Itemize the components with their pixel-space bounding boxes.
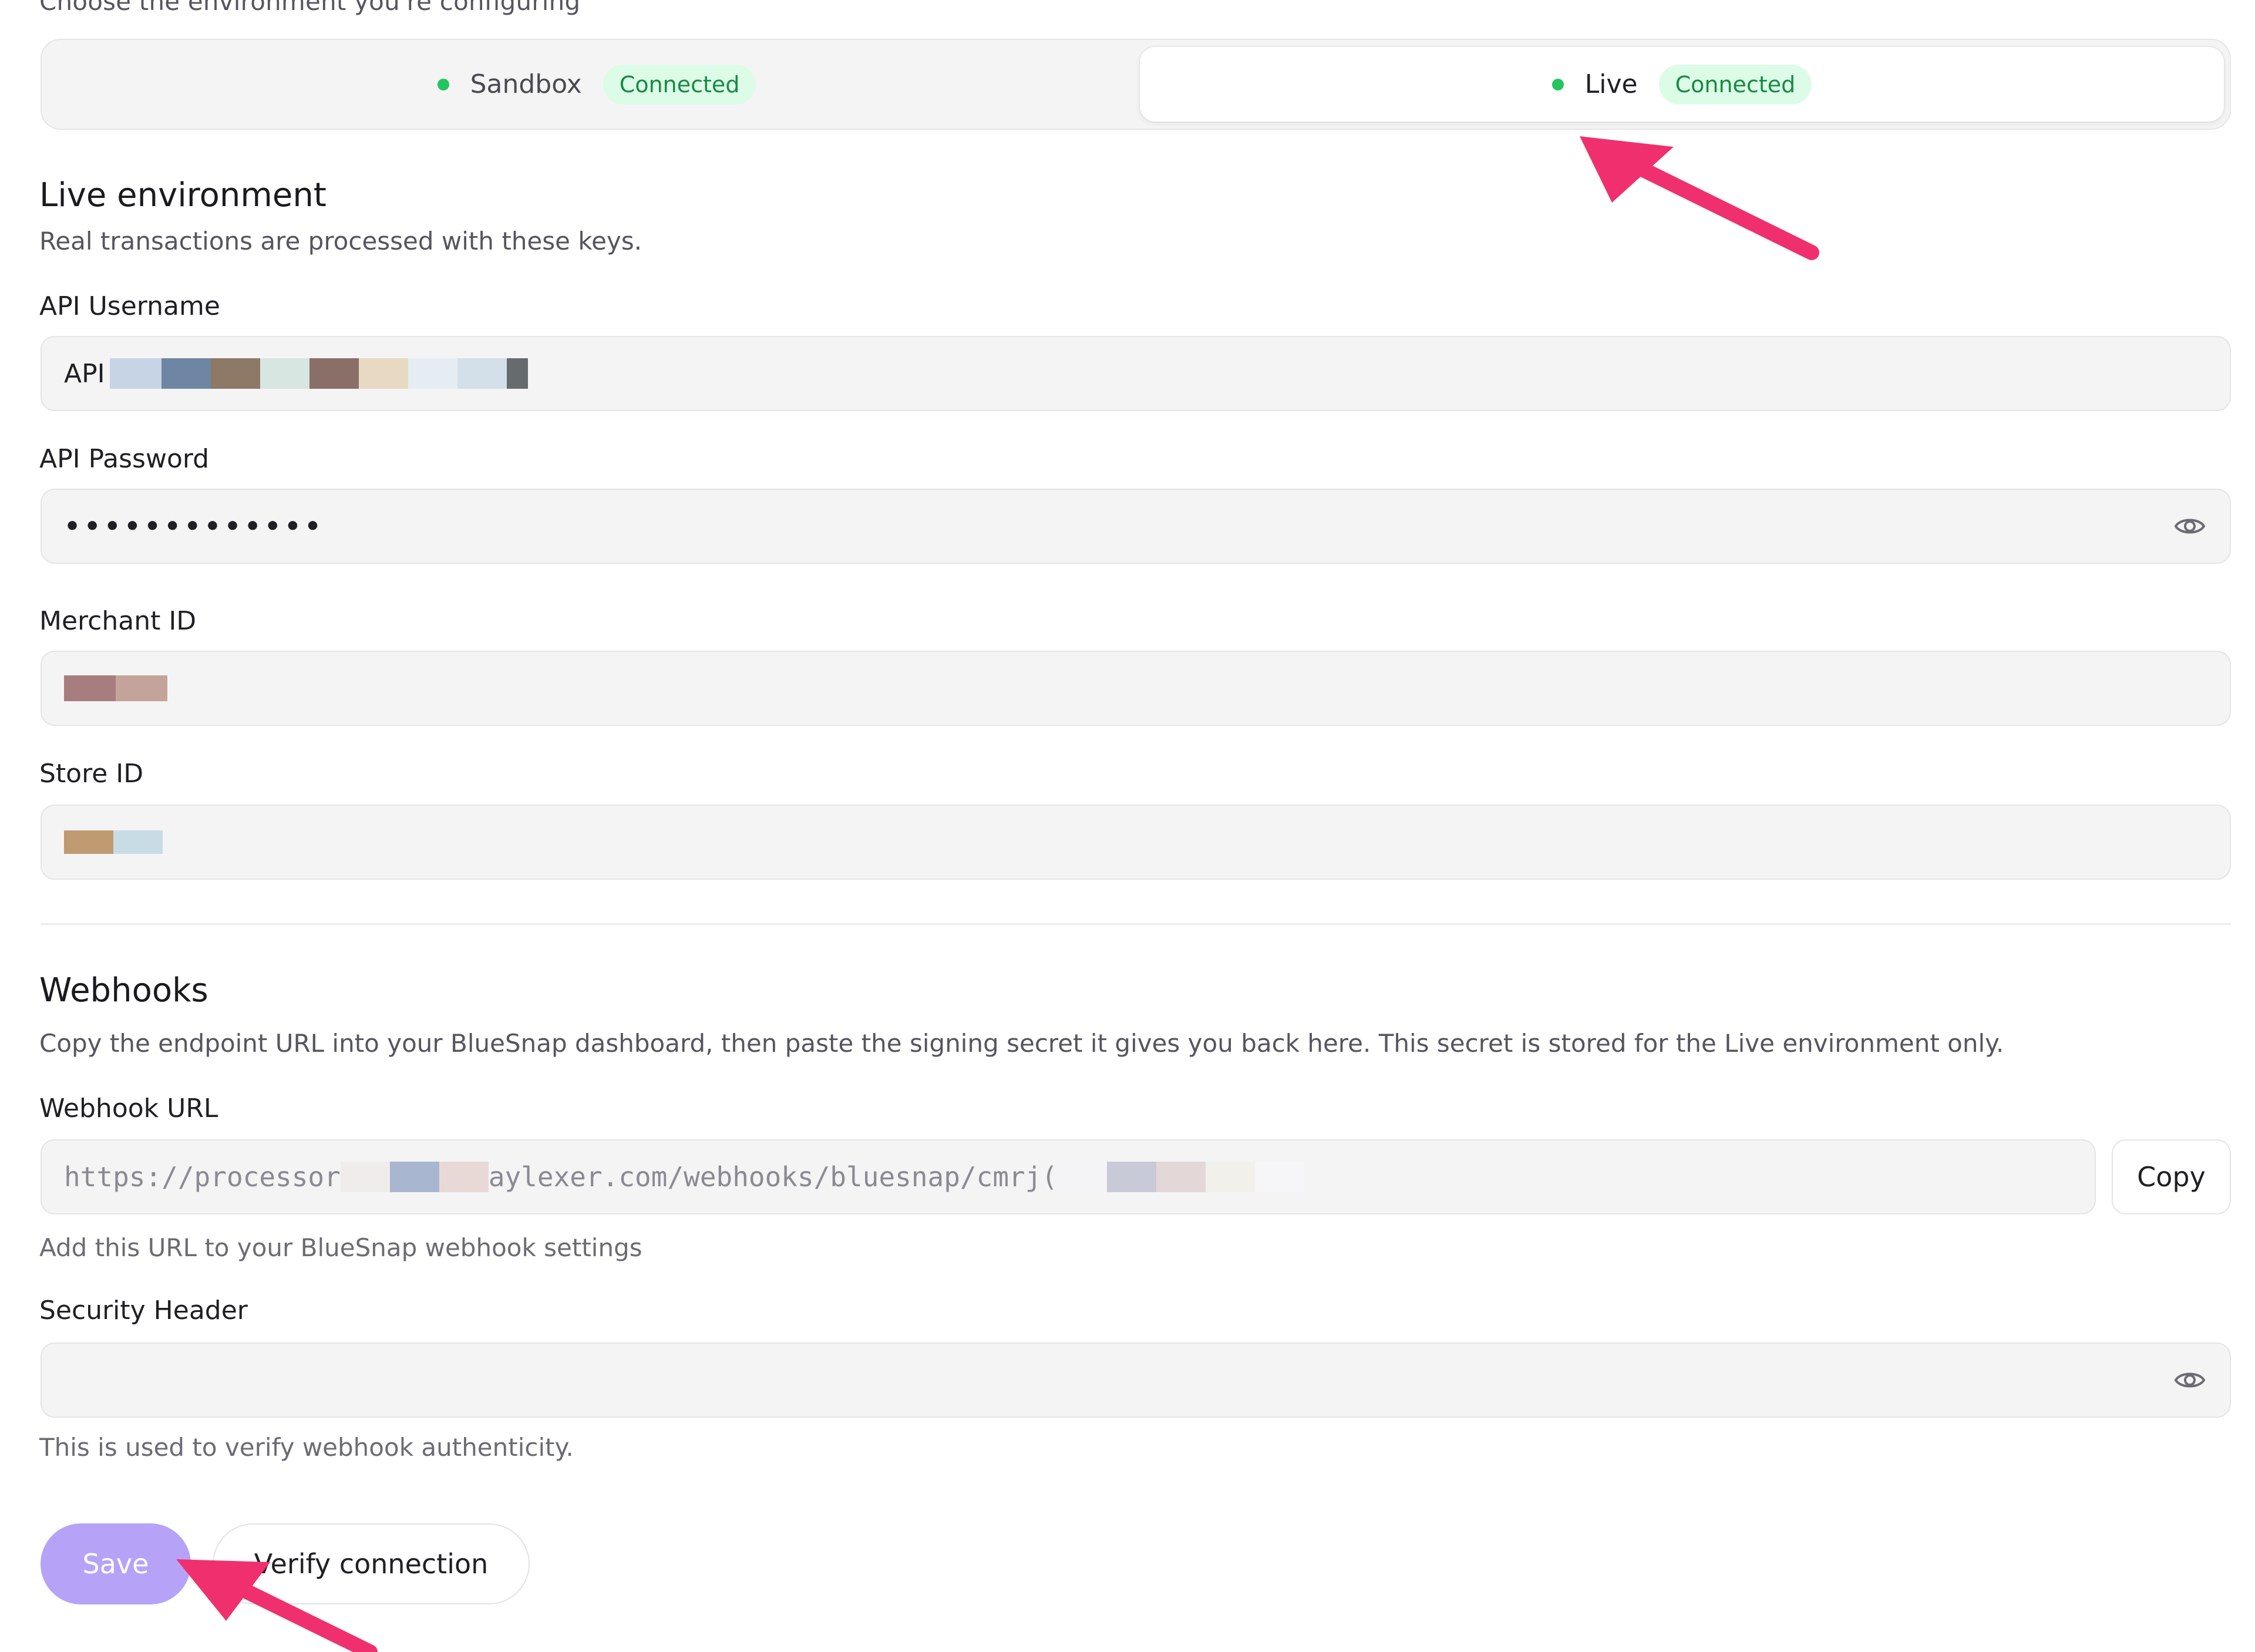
redacted-value bbox=[340, 1162, 489, 1192]
status-dot-icon bbox=[1551, 78, 1564, 90]
status-badge: Connected bbox=[603, 64, 756, 105]
section-description-webhooks: Copy the endpoint URL into your BlueSnap… bbox=[39, 1029, 2004, 1058]
security-header-help: This is used to verify webhook authentic… bbox=[39, 1433, 574, 1462]
section-description-live: Real transactions are processed with the… bbox=[39, 227, 642, 255]
redacted-value bbox=[64, 830, 163, 854]
redacted-value bbox=[109, 358, 528, 389]
api-password-value: ••••••••••••• bbox=[64, 511, 325, 541]
api-username-value: API bbox=[64, 358, 105, 389]
api-password-label: API Password bbox=[39, 444, 210, 474]
redacted-value bbox=[1058, 1162, 1305, 1192]
webhook-url-label: Webhook URL bbox=[39, 1094, 218, 1123]
webhook-url-value-start: https://processor bbox=[64, 1161, 341, 1193]
settings-page: Choose the environment you're configurin… bbox=[0, 0, 2255, 1652]
env-option-live[interactable]: Live Connected bbox=[1140, 47, 2224, 122]
status-badge: Connected bbox=[1658, 64, 1812, 105]
store-id-label: Store ID bbox=[39, 759, 144, 789]
webhook-url-value-end: aylexer.com/webhooks/bluesnap/cmrj( bbox=[488, 1161, 1058, 1193]
verify-connection-button[interactable]: Verify connection bbox=[213, 1523, 530, 1604]
api-username-label: API Username bbox=[39, 291, 220, 321]
merchant-id-label: Merchant ID bbox=[39, 606, 197, 636]
webhook-url-help: Add this URL to your BlueSnap webhook se… bbox=[39, 1233, 642, 1262]
save-button[interactable]: Save bbox=[41, 1523, 191, 1604]
eye-icon[interactable] bbox=[2173, 1366, 2206, 1394]
redacted-value bbox=[64, 675, 167, 701]
section-title-webhooks: Webhooks bbox=[39, 971, 208, 1010]
eye-icon[interactable] bbox=[2173, 512, 2206, 540]
env-option-label: Live bbox=[1584, 69, 1638, 99]
store-id-input[interactable] bbox=[41, 805, 2231, 880]
copy-button[interactable]: Copy bbox=[2112, 1139, 2231, 1214]
section-title-live: Live environment bbox=[39, 176, 327, 214]
webhook-url-input[interactable]: https://processor aylexer.com/webhooks/b… bbox=[41, 1139, 2096, 1214]
section-divider bbox=[41, 923, 2231, 925]
status-dot-icon bbox=[437, 78, 449, 90]
arrow-to-live-icon bbox=[1580, 136, 1819, 260]
api-password-input[interactable]: ••••••••••••• bbox=[41, 489, 2231, 564]
environment-switcher: Sandbox Connected Live Connected bbox=[41, 39, 2231, 130]
env-option-sandbox[interactable]: Sandbox Connected bbox=[49, 47, 1145, 122]
security-header-label: Security Header bbox=[39, 1296, 248, 1325]
env-option-label: Sandbox bbox=[470, 69, 582, 99]
merchant-id-input[interactable] bbox=[41, 651, 2231, 726]
environment-hint: Choose the environment you're configurin… bbox=[39, 0, 581, 16]
security-header-input[interactable] bbox=[41, 1343, 2231, 1418]
api-username-input[interactable]: API bbox=[41, 336, 2231, 411]
